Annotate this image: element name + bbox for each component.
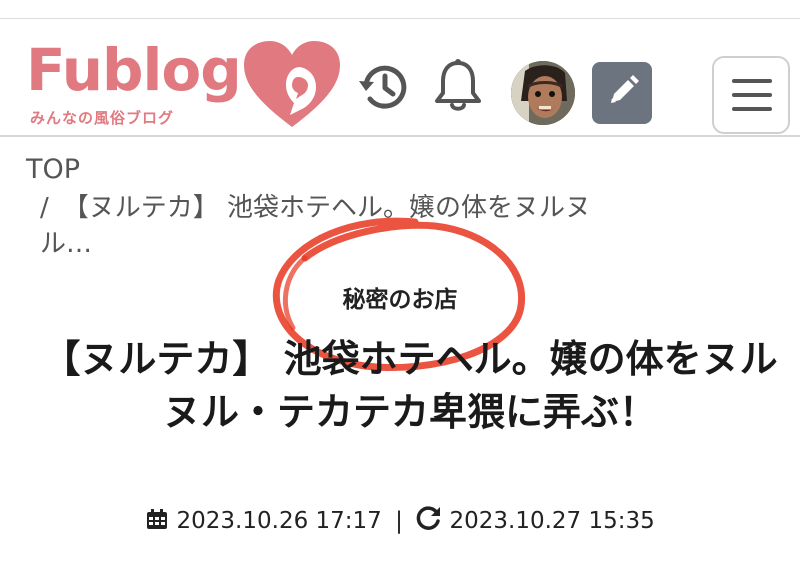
history-icon[interactable] xyxy=(356,59,412,115)
avatar-image xyxy=(511,61,575,125)
menu-icon xyxy=(732,79,772,83)
edit-icon xyxy=(611,75,639,103)
site-logo[interactable]: Fublog みんなの風俗ブログ xyxy=(18,31,353,135)
date-separator: | xyxy=(395,508,403,534)
menu-icon-bar xyxy=(732,107,772,111)
breadcrumb-separator: / xyxy=(40,193,49,223)
posted-date: 2023.10.26 17:17 xyxy=(176,508,382,534)
avatar[interactable] xyxy=(511,61,575,125)
breadcrumb: TOP / 【ヌルテカ】 池袋ホテヘル。嬢の体をヌルヌ ル… xyxy=(26,152,726,259)
menu-button[interactable] xyxy=(712,56,790,134)
refresh-icon xyxy=(416,506,441,530)
updated-date: 2023.10.27 15:35 xyxy=(449,508,655,534)
logo-text: Fublog xyxy=(26,36,242,104)
breadcrumb-current-label: 【ヌルテカ】 池袋ホテヘル。嬢の体をヌルヌ ル… xyxy=(40,193,592,259)
category-label[interactable]: 秘密のお店 xyxy=(0,280,800,314)
bell-icon[interactable] xyxy=(430,57,486,115)
edit-button[interactable] xyxy=(592,62,652,124)
breadcrumb-current: / 【ヌルテカ】 池袋ホテヘル。嬢の体をヌルヌ ル… xyxy=(40,190,730,262)
calendar-icon xyxy=(147,509,168,529)
menu-icon-bar xyxy=(732,93,772,97)
site-header: Fublog みんなの風俗ブログ xyxy=(0,19,800,135)
article-title: 【ヌルテカ】 池袋ホテヘル。嬢の体をヌルヌル・テカテカ卑猥に弄ぶ！ xyxy=(42,337,778,434)
header-divider xyxy=(0,135,800,137)
breadcrumb-top-link[interactable]: TOP xyxy=(26,152,726,188)
article-dates: 2023.10.26 17:17 | 2023.10.27 15:35 xyxy=(0,505,800,534)
heart-logo-icon xyxy=(244,41,340,127)
logo-tagline: みんなの風俗ブログ xyxy=(30,109,175,127)
